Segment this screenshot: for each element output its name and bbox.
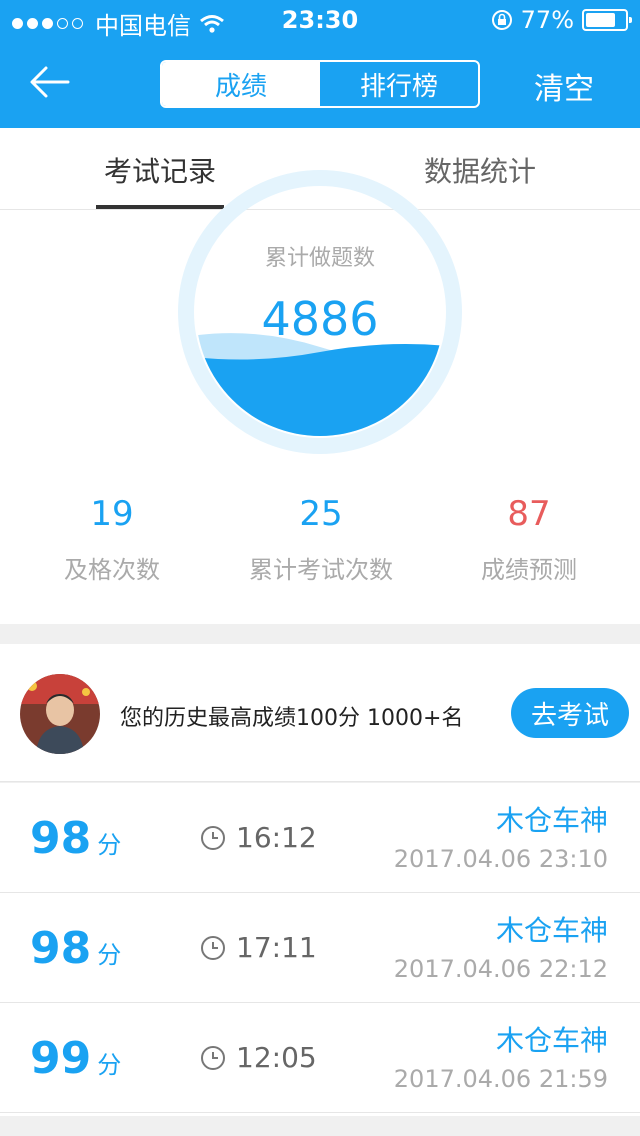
stat-value: 19 [90, 494, 134, 534]
clear-button[interactable]: 清空 [534, 64, 594, 108]
record-duration: 17:11 [236, 931, 317, 964]
score-unit: 分 [97, 831, 122, 859]
stats-panel: 累计做题数 4886 19 及格次数 25 累计考试次数 87 成绩预测 [0, 170, 640, 624]
stat-value: 25 [299, 494, 343, 534]
segment-leaderboard[interactable]: 排行榜 [320, 62, 478, 106]
record-date: 2017.04.06 22:12 [393, 955, 608, 983]
avatar[interactable] [20, 674, 100, 754]
record-username: 木仓车神 [495, 914, 608, 947]
stat-pass-count: 19 及格次数 [12, 494, 212, 585]
clock-icon [201, 826, 225, 850]
list-item[interactable]: 98 分 16:12 木仓车神 2017.04.06 23:10 [0, 783, 640, 893]
score-value: 99 [30, 1033, 92, 1084]
stat-label: 及格次数 [64, 556, 160, 584]
record-username: 木仓车神 [495, 1024, 608, 1057]
best-score-card: 您的历史最高成绩100分 1000+名 去考试 [0, 644, 640, 782]
status-right: 77% [491, 6, 632, 34]
app-header: 中国电信 23:30 77% 成绩 排行榜 清空 [0, 0, 640, 128]
rotation-lock-icon [491, 10, 512, 30]
back-arrow-icon[interactable] [28, 62, 72, 102]
list-item[interactable]: 98 分 17:11 木仓车神 2017.04.06 22:12 [0, 893, 640, 1003]
segment-scores[interactable]: 成绩 [162, 62, 320, 106]
record-score: 99 分 [30, 1033, 121, 1084]
score-value: 98 [30, 923, 92, 974]
battery-fill [586, 13, 615, 27]
battery-icon [582, 9, 632, 31]
stat-score-prediction: 87 成绩预测 [429, 494, 629, 585]
score-value: 98 [30, 813, 92, 864]
list-item[interactable]: 99 分 12:05 木仓车神 2017.04.06 21:59 [0, 1003, 640, 1113]
score-unit: 分 [97, 1051, 122, 1079]
score-unit: 分 [97, 941, 122, 969]
best-score-text: 您的历史最高成绩100分 1000+名 [120, 706, 464, 731]
gauge-value: 4886 [261, 292, 379, 346]
stat-exam-count: 25 累计考试次数 [221, 494, 421, 585]
status-bar: 中国电信 23:30 77% [0, 0, 640, 40]
record-date: 2017.04.06 23:10 [393, 845, 608, 873]
record-date: 2017.04.06 21:59 [393, 1065, 608, 1093]
stat-label: 累计考试次数 [249, 556, 393, 584]
record-username: 木仓车神 [495, 804, 608, 837]
gauge-label: 累计做题数 [264, 246, 375, 271]
battery-percent: 77% [520, 6, 574, 34]
stat-label: 成绩预测 [481, 556, 577, 584]
record-score: 98 分 [30, 923, 121, 974]
clock-icon [201, 936, 225, 960]
exam-records-list: 98 分 16:12 木仓车神 2017.04.06 23:10 98 分 17:1… [0, 783, 640, 1116]
record-duration: 12:05 [236, 1041, 317, 1074]
segment-control: 成绩 排行榜 [160, 60, 480, 108]
clock-icon [201, 1046, 225, 1070]
take-exam-button[interactable]: 去考试 [511, 688, 629, 738]
record-duration: 16:12 [236, 821, 317, 854]
record-score: 98 分 [30, 813, 121, 864]
stat-value: 87 [507, 494, 551, 534]
